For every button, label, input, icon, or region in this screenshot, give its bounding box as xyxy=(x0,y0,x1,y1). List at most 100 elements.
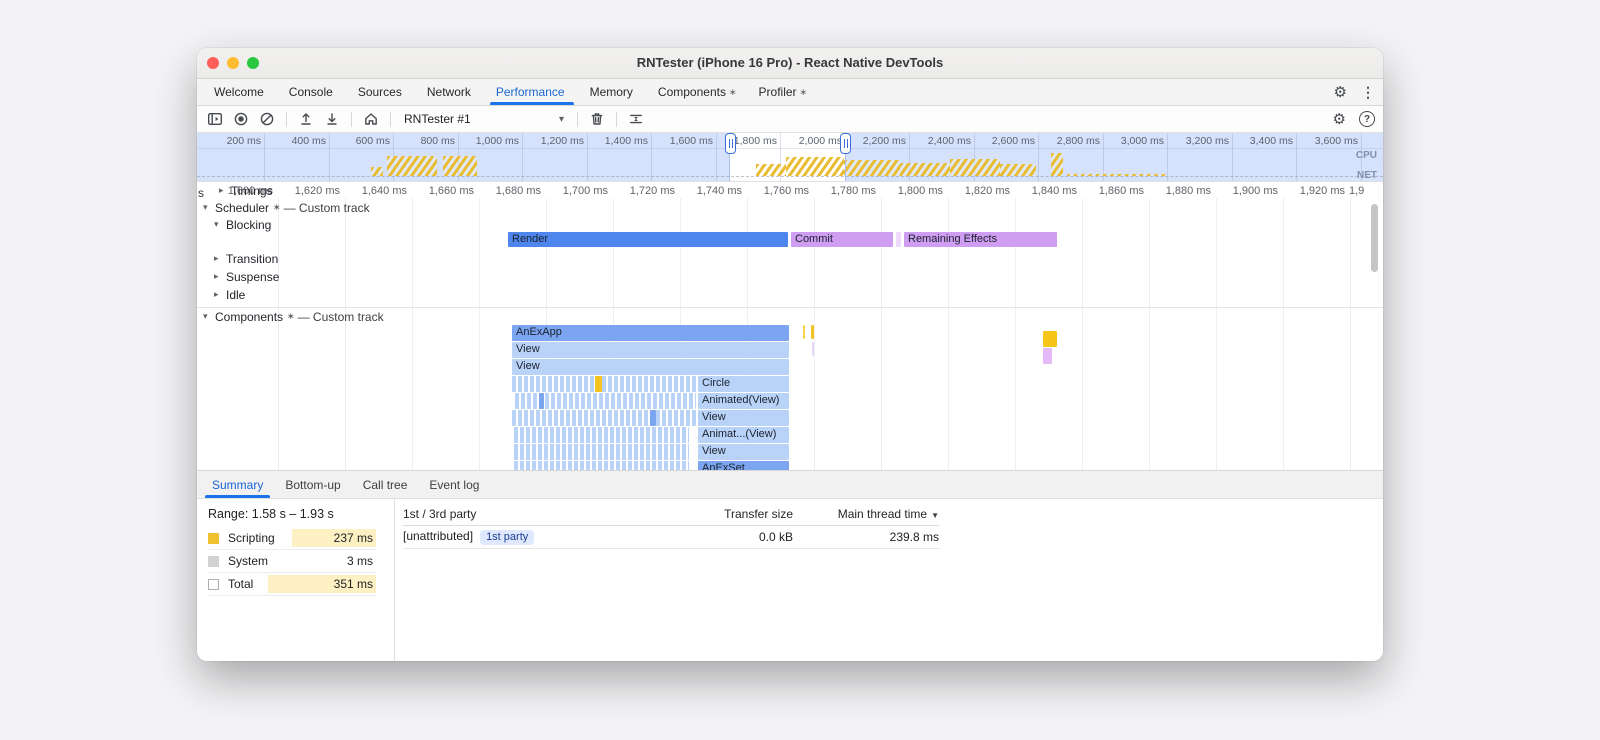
panel-tab-label: Performance xyxy=(495,85,565,99)
panel-tab[interactable]: Memory xyxy=(579,79,647,105)
flame-bar[interactable] xyxy=(896,232,901,247)
collect-garbage-icon[interactable] xyxy=(585,108,609,130)
flame-bar[interactable]: View xyxy=(698,444,789,460)
timeline-overview[interactable]: 200 ms 400 ms 600 ms 800 ms 1,000 ms 1,2… xyxy=(197,133,1383,182)
flame-bar[interactable] xyxy=(539,393,544,409)
track-label[interactable]: ▸ Timings xyxy=(219,183,280,198)
flame-bar[interactable]: View xyxy=(512,342,789,358)
clear-icon[interactable] xyxy=(255,108,279,130)
flame-bar[interactable]: Animated(View) xyxy=(698,393,789,409)
flame-bar[interactable]: Remaining Effects xyxy=(904,232,1057,247)
download-profile-icon[interactable] xyxy=(320,108,344,130)
panel-tab-label: Components xyxy=(657,85,726,99)
target-selector-value: RNTester #1 xyxy=(404,112,471,126)
toolbar-separator xyxy=(616,111,617,127)
flame-bar[interactable]: Commit xyxy=(791,232,893,247)
flame-bar[interactable] xyxy=(512,410,696,426)
flame-bar[interactable]: AnExApp xyxy=(512,325,789,341)
panel-tab[interactable]: Performance xyxy=(485,79,579,105)
disclosure-triangle-icon[interactable]: ▸ xyxy=(219,185,231,196)
more-options-kebab-icon[interactable]: ⋮ xyxy=(1361,85,1375,99)
summary-divider xyxy=(394,499,395,661)
help-icon[interactable]: ? xyxy=(1359,111,1375,127)
cpu-activity-segment xyxy=(1051,153,1063,176)
disclosure-triangle-icon[interactable]: ▸ xyxy=(214,253,226,264)
party-table-header: 1st / 3rd party Transfer size Main threa… xyxy=(403,503,939,526)
panel-tab[interactable]: Components ∗ xyxy=(647,79,748,105)
panel-tab[interactable]: Profiler ∗ xyxy=(748,79,819,105)
cpu-activity-segment xyxy=(1000,164,1036,176)
home-icon[interactable] xyxy=(359,108,383,130)
disclosure-triangle-icon[interactable]: ▸ xyxy=(214,289,226,300)
chevron-down-icon: ▾ xyxy=(558,113,564,125)
party-column-header[interactable]: 1st / 3rd party xyxy=(403,507,673,521)
target-selector-dropdown[interactable]: RNTester #1 ▾ xyxy=(398,109,570,129)
flame-bar[interactable] xyxy=(1043,331,1057,347)
performance-toolbar: RNTester #1 ▾ ⚙ ? xyxy=(197,106,1383,133)
track-label[interactable]: ▾ Components ∗ — Custom track xyxy=(203,309,384,324)
flame-bar[interactable] xyxy=(514,427,689,443)
titlebar: RNTester (iPhone 16 Pro) - React Native … xyxy=(197,48,1383,79)
panel-tab-label: Memory xyxy=(589,85,633,99)
flame-chart[interactable]: 1,600 ms 1,620 ms 1,640 ms 1,660 ms 1,68… xyxy=(197,182,1383,470)
cpu-activity-segment xyxy=(786,157,844,176)
toolbar-separator xyxy=(351,111,352,127)
disclosure-triangle-icon[interactable]: ▾ xyxy=(203,202,215,213)
flame-bar[interactable] xyxy=(514,444,689,460)
flame-bar[interactable]: View xyxy=(698,410,789,426)
track-label[interactable]: ▸ Suspense xyxy=(214,269,286,284)
clipped-track-text: s xyxy=(198,186,204,200)
flame-bar[interactable] xyxy=(811,325,814,339)
panel-tab[interactable]: Console xyxy=(278,79,347,105)
panel-tabs: Welcome Console Sources Network Performa… xyxy=(203,79,818,105)
party-table-row[interactable]: [unattributed] 1st party 0.0 kB 239.8 ms xyxy=(403,526,939,549)
disclosure-triangle-icon[interactable]: ▸ xyxy=(214,271,226,282)
sort-caret-icon: ▼ xyxy=(931,511,939,520)
details-tab[interactable]: Call tree xyxy=(352,471,419,498)
selection-left-handle[interactable] xyxy=(725,133,736,154)
details-tab[interactable]: Event log xyxy=(418,471,490,498)
flame-bar[interactable]: Render xyxy=(508,232,788,247)
disclosure-triangle-icon[interactable]: ▾ xyxy=(214,219,226,230)
selection-right-handle[interactable] xyxy=(840,133,851,154)
capture-settings-gear-icon[interactable]: ⚙ xyxy=(1333,112,1346,127)
main-thread-time-column-header[interactable]: Main thread time ▼ xyxy=(793,507,939,521)
flame-bar[interactable] xyxy=(1043,348,1052,364)
net-lane-label: NET xyxy=(1357,170,1377,181)
cpu-lane-label: CPU xyxy=(1355,150,1377,161)
panel-tab-label: Profiler xyxy=(758,85,797,99)
cpu-activity-segment xyxy=(950,159,1000,176)
settings-gear-icon[interactable]: ⚙ xyxy=(1334,85,1347,100)
track-label[interactable]: ▾ Blocking xyxy=(214,217,278,232)
flame-bar[interactable] xyxy=(803,325,805,339)
capture-settings-icon[interactable] xyxy=(624,108,648,130)
panel-tab[interactable]: Network xyxy=(416,79,485,105)
record-icon[interactable] xyxy=(229,108,253,130)
vertical-scrollbar-thumb[interactable] xyxy=(1371,204,1378,272)
flame-bar[interactable]: Circle xyxy=(698,376,789,392)
panel-tab[interactable]: Sources xyxy=(347,79,416,105)
transfer-size-column-header[interactable]: Transfer size xyxy=(673,507,793,521)
disclosure-triangle-icon[interactable]: ▾ xyxy=(203,311,215,322)
legend-swatch xyxy=(208,532,219,544)
flame-bar[interactable] xyxy=(650,410,656,426)
flame-bar[interactable]: View xyxy=(512,359,789,375)
flame-bar[interactable] xyxy=(812,342,814,356)
upload-profile-icon[interactable] xyxy=(294,108,318,130)
details-tab[interactable]: Summary xyxy=(201,471,274,498)
flame-bar[interactable] xyxy=(514,461,689,470)
legend-row: System 3 ms xyxy=(208,550,376,573)
flame-bar[interactable] xyxy=(595,376,602,392)
custom-track-badge-icon: ∗ xyxy=(273,202,281,212)
details-tab[interactable]: Bottom-up xyxy=(274,471,351,498)
party-table-rows: [unattributed] 1st party 0.0 kB 239.8 ms xyxy=(403,526,939,549)
flame-bar[interactable]: Animat...(View) xyxy=(698,427,789,443)
details-tabbar: Summary Bottom-up Call tree Event log xyxy=(197,470,1383,499)
toggle-sidebar-icon[interactable] xyxy=(203,108,227,130)
panel-tab[interactable]: Welcome xyxy=(203,79,278,105)
track-label[interactable]: ▸ Idle xyxy=(214,287,252,302)
flame-bar[interactable]: AnExSet xyxy=(698,461,789,470)
flame-bar[interactable] xyxy=(512,376,696,392)
track-label[interactable]: ▸ Transition xyxy=(214,251,285,266)
track-label[interactable]: ▾ Scheduler ∗ — Custom track xyxy=(203,200,370,215)
